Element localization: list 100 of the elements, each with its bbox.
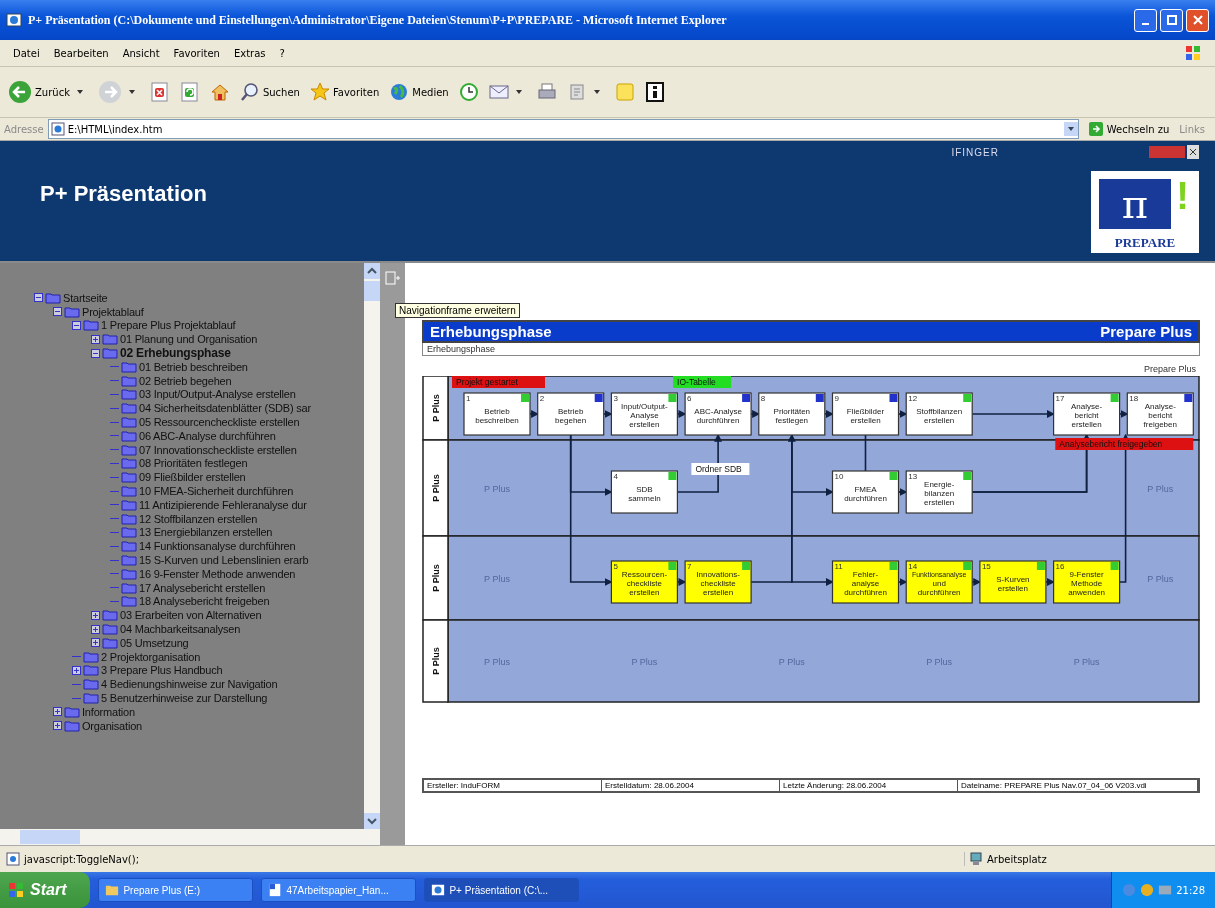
toolbar-button[interactable]: Favoriten [305, 80, 384, 104]
tree-item[interactable]: 15 S-Kurven und Lebenslinien erarb [139, 554, 309, 567]
expander-icon[interactable] [91, 638, 100, 648]
tree-item[interactable]: Information [82, 705, 135, 718]
expander-icon[interactable] [91, 610, 100, 620]
scrollbar[interactable] [0, 829, 380, 845]
tree-item[interactable]: 08 Prioritäten festlegen [139, 457, 248, 470]
lane-label: P Plus [431, 394, 441, 422]
tree-item[interactable]: Organisation [82, 719, 142, 732]
tree-item[interactable]: 12 Stoffbilanzen erstellen [139, 512, 258, 525]
expander-icon[interactable] [34, 293, 43, 303]
process-step[interactable]: 12 Stoffbilanzen erstellen [905, 392, 973, 436]
go-button[interactable]: Wechseln zu [1082, 121, 1176, 137]
tree-item[interactable]: 04 Machbarkeitsanalysen [120, 623, 241, 635]
tree-item[interactable]: 11 Antizipierende Fehleranalyse dur [139, 498, 307, 511]
taskbar-item[interactable]: Prepare Plus (E:) [98, 878, 254, 902]
tree-item[interactable]: 02 Betrieb begehen [139, 374, 232, 387]
expander-icon[interactable] [53, 707, 62, 717]
process-step[interactable]: 15 S-Kurven erstellen [979, 560, 1047, 604]
menu-item[interactable]: Extras [226, 47, 273, 59]
scroll-thumb[interactable] [364, 281, 380, 301]
tree-item[interactable]: 4 Bedienungshinweise zur Navigation [101, 678, 278, 691]
footer-cell: Letzte Änderung: 28.06.2004 [780, 780, 959, 791]
tree-item[interactable]: 02 Erhebungsphase [120, 346, 231, 361]
menu-item[interactable]: ? [272, 47, 292, 59]
dropdown-arrow-icon[interactable] [514, 88, 523, 96]
process-step[interactable]: 8 Prioritäten festlegen [758, 392, 826, 436]
process-step[interactable]: 6 ABC-Analyse durchführen [684, 392, 752, 436]
tree-item[interactable]: 1 Prepare Plus Projektablauf [101, 319, 236, 332]
tree-item[interactable]: Projektablauf [82, 305, 144, 318]
expander-icon[interactable] [91, 334, 100, 344]
process-step[interactable]: 10 FMEA durchführen [831, 470, 900, 514]
toolbar-button[interactable]: Medien [385, 80, 453, 104]
process-step[interactable]: 16 9-Fenster Methode anwenden [1053, 560, 1121, 604]
process-step[interactable]: 9 Fließbilder erstellen [831, 392, 900, 436]
expander-icon[interactable] [53, 307, 62, 317]
tree-item[interactable]: 01 Betrieb beschreiben [139, 360, 248, 373]
menu-item[interactable]: Datei [6, 47, 47, 59]
tree-item[interactable]: 17 Analysebericht erstellen [139, 581, 266, 594]
footer-cell: Dateiname: PREPARE Plus Nav.07_04_06 V203.vdi [958, 780, 1198, 791]
process-step[interactable]: 18 Analyse- bericht freigeben [1126, 392, 1194, 436]
scrollbar[interactable] [364, 263, 380, 829]
toolbar-button[interactable]: Zurück [4, 78, 74, 106]
minimize-button[interactable] [1134, 8, 1157, 32]
menu-item[interactable]: Ansicht [115, 47, 167, 59]
footer-cell: Ersteller: InduFORM [424, 780, 602, 791]
tree-item[interactable]: 05 Ressourcencheckliste erstellen [139, 416, 300, 429]
tree-item[interactable]: 05 Umsetzung [120, 636, 189, 649]
links-button[interactable]: Links [1179, 123, 1211, 135]
process-step[interactable]: 1 Betrieb beschreiben [463, 392, 531, 436]
tree-item[interactable]: 10 FMEA-Sicherheit durchführen [139, 485, 294, 498]
process-step[interactable]: 13 Energie- bilanzen erstellen [905, 470, 973, 514]
address-field[interactable]: E:\HTML\index.htm [47, 119, 1079, 139]
tree-item[interactable]: Startseite [63, 291, 108, 304]
process-step[interactable]: 4 SDB sammeln [610, 470, 678, 514]
tree-item[interactable]: 5 Benutzerhinweise zur Darstellung [101, 692, 268, 704]
folder-icon [121, 567, 137, 580]
scroll-up-icon[interactable] [364, 263, 380, 279]
dropdown-arrow-icon[interactable] [75, 88, 84, 96]
language-toggle-icon[interactable] [1149, 145, 1199, 159]
go-arrow-icon [1088, 122, 1103, 136]
maximize-button[interactable] [1160, 8, 1183, 32]
expander-icon[interactable] [72, 665, 81, 675]
tree-item[interactable]: 18 Analysebericht freigeben [139, 595, 270, 608]
dropdown-arrow-icon[interactable] [592, 88, 601, 96]
tree-item[interactable]: 03 Input/Output-Analyse erstellen [139, 388, 296, 401]
tree-item[interactable]: 04 Sicherheitsdatenblätter (SDB) sar [139, 402, 311, 415]
toolbar-button[interactable]: Suchen [235, 80, 304, 104]
taskbar-item[interactable]: 47Arbeitspapier_Han... [261, 878, 417, 902]
menu-item[interactable]: Favoriten [166, 47, 227, 59]
scroll-thumb[interactable] [20, 830, 80, 844]
logo: π ! PREPARE [1091, 171, 1199, 253]
process-step[interactable]: 3 Input/Output- Analyse erstellen [610, 392, 678, 436]
process-step[interactable]: 17 Analyse- bericht erstellen [1053, 392, 1121, 436]
menu-item[interactable]: Bearbeiten [46, 47, 116, 59]
folder-icon [105, 883, 120, 897]
expander-icon[interactable] [91, 624, 100, 634]
connector-arrow [824, 410, 834, 418]
expander-icon[interactable] [72, 321, 81, 330]
taskbar-item[interactable]: P+ Präsentation (C:\... [424, 878, 580, 902]
process-step[interactable]: 5 Ressourcen- checkliste erstellen [610, 560, 678, 604]
tree-item[interactable]: 06 ABC-Analyse durchführen [139, 429, 276, 442]
process-step[interactable]: 7 Innovations- checkliste erstellen [684, 560, 752, 604]
start-button[interactable]: Start [0, 872, 91, 908]
tree-item[interactable]: 16 9-Fenster Methode anwenden [139, 567, 296, 580]
tree-item[interactable]: 03 Erarbeiten von Alternativen [120, 609, 262, 622]
tree-item[interactable]: 01 Planung und Organisation [120, 333, 258, 346]
expander-icon[interactable] [91, 348, 100, 358]
tree-item[interactable]: 14 Funktionsanalyse durchführen [139, 540, 296, 553]
scroll-down-icon[interactable] [364, 813, 380, 829]
tree-item[interactable]: 2 Projektorganisation [101, 650, 201, 663]
tree-item[interactable]: 13 Energiebilanzen erstellen [139, 526, 273, 539]
tree-item[interactable]: 3 Prepare Plus Handbuch [101, 664, 223, 677]
dropdown-arrow-icon[interactable] [127, 88, 136, 96]
process-step[interactable]: 11 Fehler- analyse durchführen [831, 560, 900, 604]
close-button[interactable] [1186, 8, 1209, 32]
process-step[interactable]: 2 Betrieb begehen [537, 392, 605, 436]
tree-item[interactable]: 09 Fließbilder erstellen [139, 471, 246, 484]
tree-item[interactable]: 07 Innovationscheckliste erstellen [139, 443, 297, 456]
expander-icon[interactable] [53, 721, 62, 731]
